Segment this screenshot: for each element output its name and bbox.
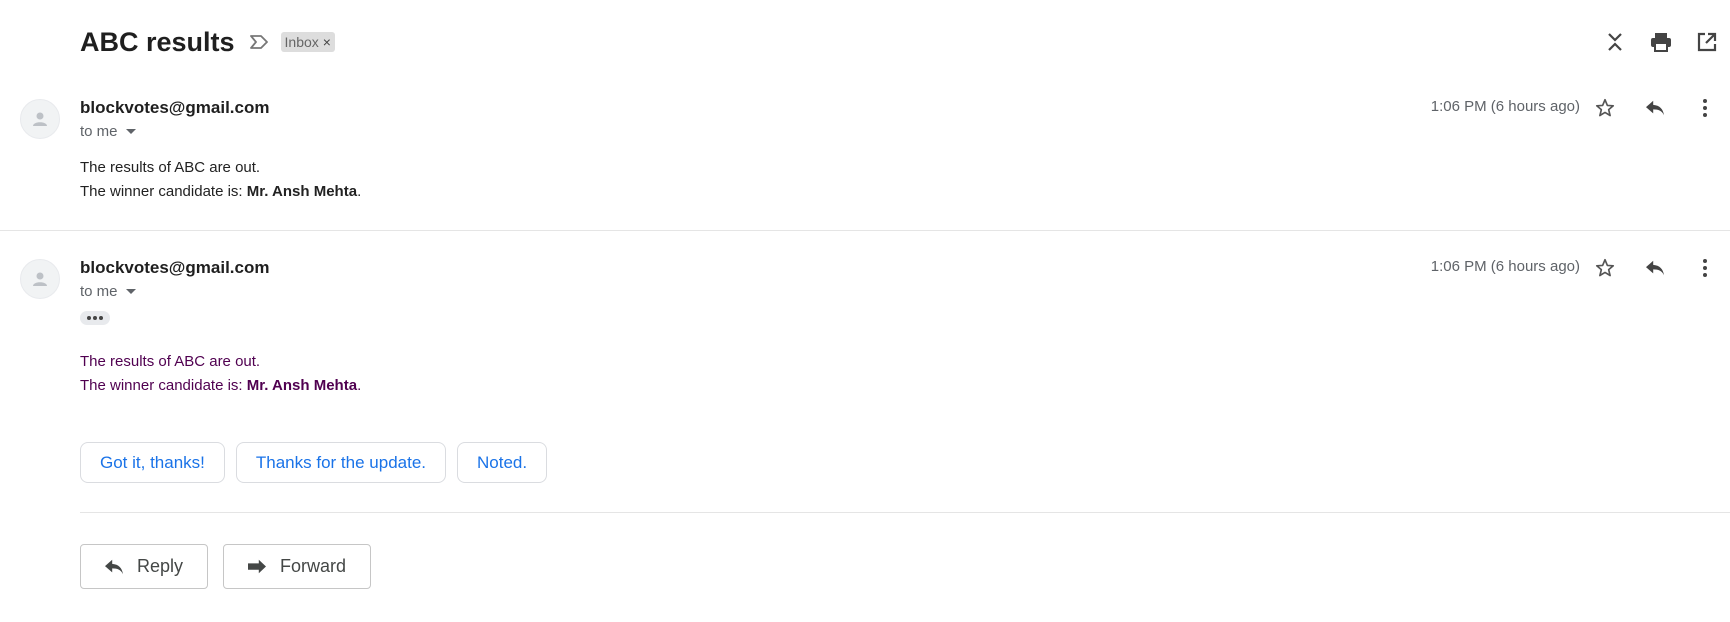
open-in-new-window-icon[interactable] — [1684, 26, 1730, 58]
smart-reply-chip[interactable]: Got it, thanks! — [80, 442, 225, 483]
forward-button[interactable]: Forward — [223, 544, 372, 589]
importance-marker-icon[interactable] — [249, 31, 271, 53]
forward-icon — [248, 559, 267, 573]
message-time: 1:06 PM (6 hours ago) — [1430, 98, 1580, 115]
smart-reply-chip[interactable]: Thanks for the update. — [235, 442, 446, 483]
dot — [93, 316, 97, 320]
label-text: Inbox — [284, 34, 319, 50]
dot — [99, 316, 103, 320]
body-line: The winner candidate is: Mr. Ansh Mehta. — [80, 180, 361, 204]
smart-replies: Got it, thanks! Thanks for the update. N… — [80, 442, 548, 483]
chevron-down-icon — [125, 289, 136, 294]
star-icon[interactable] — [1580, 252, 1630, 284]
winner-suffix: . — [357, 377, 362, 394]
remove-label-icon[interactable]: × — [323, 34, 331, 50]
person-icon — [20, 99, 60, 139]
body-line: The results of ABC are out. — [80, 353, 261, 370]
message-divider — [0, 230, 1730, 231]
person-icon — [20, 259, 60, 299]
message-body: The results of ABC are out. The winner c… — [80, 350, 361, 398]
winner-name: Mr. Ansh Mehta — [246, 183, 358, 200]
chevron-down-icon — [125, 129, 136, 134]
section-divider — [80, 512, 1730, 513]
collapse-all-icon[interactable] — [1592, 26, 1638, 58]
message-actions — [1580, 252, 1730, 284]
sender-email[interactable]: blockvotes@gmail.com — [80, 258, 269, 278]
recipient-label: to me — [80, 283, 118, 300]
dot — [87, 316, 91, 320]
message-body: The results of ABC are out. The winner c… — [80, 156, 361, 204]
message-time: 1:06 PM (6 hours ago) — [1430, 258, 1580, 275]
winner-prefix: The winner candidate is: — [80, 377, 247, 394]
email-subject: ABC results — [80, 26, 235, 57]
smart-reply-chip[interactable]: Noted. — [457, 442, 548, 483]
winner-name: Mr. Ansh Mehta — [246, 377, 358, 394]
show-trimmed-content-button[interactable] — [80, 311, 110, 325]
more-vert-icon[interactable] — [1680, 252, 1730, 284]
sender-email[interactable]: blockvotes@gmail.com — [80, 98, 269, 118]
body-line: The results of ABC are out. — [80, 159, 261, 176]
reply-button[interactable]: Reply — [80, 544, 209, 589]
thread-actions — [1592, 26, 1730, 58]
reply-label: Reply — [137, 556, 184, 576]
reply-icon — [105, 559, 123, 574]
recipient-details[interactable]: to me — [80, 283, 136, 300]
recipient-label: to me — [80, 123, 118, 140]
print-icon[interactable] — [1638, 26, 1684, 58]
body-line: The winner candidate is: Mr. Ansh Mehta. — [80, 374, 361, 398]
more-vert-icon[interactable] — [1680, 92, 1730, 124]
compose-actions: Reply Forward — [80, 544, 372, 589]
winner-suffix: . — [357, 183, 362, 200]
inbox-label-chip: Inbox × — [280, 32, 335, 52]
reply-icon[interactable] — [1630, 92, 1680, 124]
reply-icon[interactable] — [1630, 252, 1680, 284]
winner-prefix: The winner candidate is: — [80, 183, 247, 200]
subject-row: ABC results Inbox × — [80, 22, 335, 62]
forward-label: Forward — [280, 556, 347, 576]
message-actions — [1580, 92, 1730, 124]
recipient-details[interactable]: to me — [80, 123, 136, 140]
star-icon[interactable] — [1580, 92, 1630, 124]
